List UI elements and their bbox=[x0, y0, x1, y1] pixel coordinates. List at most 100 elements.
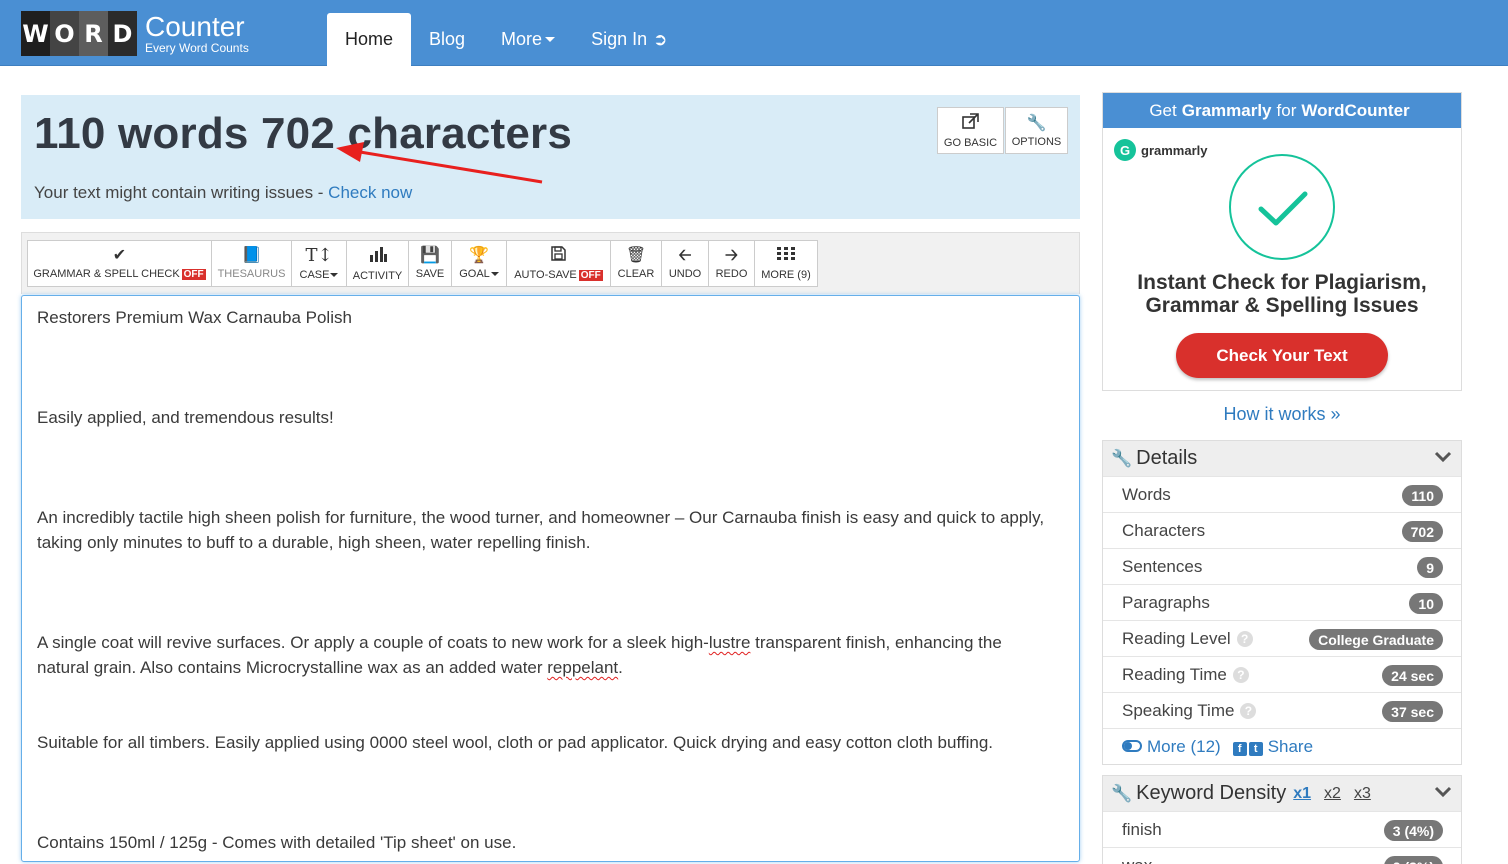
how-it-works-link[interactable]: How it works » bbox=[1102, 404, 1462, 425]
nav-blog-label: Blog bbox=[429, 29, 466, 49]
logo-text: Counter Every Word Counts bbox=[145, 11, 249, 55]
detail-value-badge: 9 bbox=[1417, 557, 1443, 578]
activity-button[interactable]: ACTIVITY bbox=[346, 240, 409, 287]
details-panel: 🔧 Details Words 110 Characters 702 Sentenc… bbox=[1102, 440, 1462, 765]
auto-save-button[interactable]: AUTO-SAVE OFF bbox=[506, 240, 611, 287]
options-button[interactable]: 🔧 OPTIONS bbox=[1005, 107, 1068, 154]
floppy-disk-icon bbox=[551, 246, 566, 265]
detail-value-badge: College Graduate bbox=[1309, 629, 1443, 650]
paragraph-text: A single coat will revive surfaces. Or a… bbox=[37, 633, 709, 652]
case-button[interactable]: T↕ CASE bbox=[291, 240, 347, 287]
nav-more-label: More bbox=[501, 29, 543, 49]
external-link-icon bbox=[961, 112, 980, 134]
nav-signin[interactable]: Sign In ➲ bbox=[573, 13, 685, 66]
text-editor[interactable]: Restorers Premium Wax Carnauba Polish Ea… bbox=[21, 295, 1080, 862]
goal-button[interactable]: 🏆 GOAL bbox=[451, 240, 507, 287]
editor-paragraph: Restorers Premium Wax Carnauba Polish bbox=[37, 308, 352, 327]
ad-header-text: Get bbox=[1149, 100, 1177, 120]
more-details-link[interactable]: More (12) bbox=[1122, 737, 1221, 757]
ad-header: Get Grammarly for WordCounter bbox=[1103, 93, 1461, 128]
goal-label: GOAL bbox=[459, 267, 490, 280]
detail-value-badge: 10 bbox=[1409, 593, 1443, 614]
counter-header: 110 words 702 characters Your text might… bbox=[21, 95, 1080, 219]
arrow-left-icon: 🡠 bbox=[678, 246, 692, 264]
density-x1-option[interactable]: x1 bbox=[1293, 785, 1311, 803]
twitter-icon: t bbox=[1248, 741, 1263, 756]
redo-label: REDO bbox=[715, 267, 748, 280]
annotation-arrow bbox=[336, 142, 543, 184]
chevron-down-icon[interactable] bbox=[1434, 782, 1452, 803]
editor-paragraph: Suitable for all timbers. Easily applied… bbox=[37, 733, 994, 752]
auto-save-off-badge: OFF bbox=[578, 270, 603, 281]
go-basic-button[interactable]: GO BASIC bbox=[937, 107, 1004, 154]
nav-more[interactable]: More bbox=[483, 13, 573, 66]
share-label: Share bbox=[1267, 736, 1314, 756]
nav-home[interactable]: Home bbox=[327, 13, 412, 66]
grammar-off-badge: OFF bbox=[181, 268, 206, 280]
detail-value-badge: 110 bbox=[1402, 485, 1443, 506]
logo-letter: D bbox=[108, 11, 137, 56]
book-icon: 📘 bbox=[241, 246, 262, 264]
grammar-check-label: GRAMMAR & SPELL CHECK bbox=[33, 267, 180, 280]
density-x2-option[interactable]: x2 bbox=[1324, 785, 1341, 803]
detail-label: Reading Time bbox=[1122, 664, 1227, 684]
help-icon[interactable]: ? bbox=[1240, 702, 1257, 719]
save-label: SAVE bbox=[415, 267, 445, 280]
detail-row-reading-time: Reading Time? 24 sec bbox=[1103, 656, 1461, 692]
issues-text: Your text might contain writing issues - bbox=[34, 183, 329, 202]
save-file-icon: 💾 bbox=[420, 246, 440, 264]
thesaurus-button[interactable]: 📘 THESAURUS bbox=[211, 240, 292, 287]
details-header[interactable]: 🔧 Details bbox=[1103, 441, 1461, 476]
grammarly-logo: G grammarly bbox=[1114, 139, 1207, 161]
detail-row-words: Words 110 bbox=[1103, 476, 1461, 512]
wrench-icon: 🔧 bbox=[1111, 448, 1133, 468]
more-tools-label: MORE (9) bbox=[761, 268, 811, 281]
logo-letter: R bbox=[79, 11, 108, 56]
arrow-right-icon: 🡢 bbox=[725, 246, 738, 264]
logo-letter: O bbox=[50, 11, 79, 56]
ad-header-site: WordCounter bbox=[1301, 100, 1410, 120]
save-button[interactable]: 💾 SAVE bbox=[408, 240, 452, 287]
paragraph-text: . bbox=[618, 658, 623, 677]
site-logo[interactable]: W O R D Counter Every Word Counts bbox=[21, 11, 249, 56]
help-icon[interactable]: ? bbox=[1236, 630, 1253, 647]
undo-button[interactable]: 🡠 UNDO bbox=[661, 240, 709, 287]
keyword-row: wax 2 (3%) bbox=[1103, 847, 1461, 864]
detail-label: Reading Level bbox=[1122, 628, 1231, 648]
caret-down-icon bbox=[330, 272, 339, 277]
ad-title-line: Instant Check for Plagiarism, bbox=[1137, 271, 1427, 294]
clear-label: CLEAR bbox=[617, 267, 655, 280]
grid-icon bbox=[777, 246, 795, 265]
grammar-check-button[interactable]: ✔ GRAMMAR & SPELL CHECK OFF bbox=[27, 240, 212, 287]
chevron-down-icon[interactable] bbox=[1434, 447, 1452, 468]
redo-button[interactable]: 🡢 REDO bbox=[708, 240, 755, 287]
share-link[interactable]: f t Share bbox=[1232, 736, 1314, 757]
ad-title: Instant Check for Plagiarism, Grammar & … bbox=[1103, 271, 1461, 317]
details-title: Details bbox=[1136, 447, 1198, 469]
options-label: OPTIONS bbox=[1011, 136, 1062, 148]
ad-header-text: for bbox=[1276, 100, 1297, 120]
bar-chart-icon bbox=[369, 246, 387, 266]
checkmark-icon: ✔ bbox=[112, 246, 127, 264]
logo-name: Counter bbox=[145, 11, 245, 42]
help-icon[interactable]: ? bbox=[1232, 666, 1249, 683]
wrench-icon: 🔧 bbox=[1026, 115, 1047, 132]
detail-row-reading-level: Reading Level? College Graduate bbox=[1103, 620, 1461, 656]
undo-label: UNDO bbox=[668, 267, 702, 280]
nav-blog[interactable]: Blog bbox=[411, 13, 483, 66]
editor-toolbar: ✔ GRAMMAR & SPELL CHECK OFF 📘 THESAURUS T… bbox=[21, 232, 1080, 294]
spelling-error[interactable]: reppelant bbox=[547, 658, 618, 677]
check-your-text-button[interactable]: Check Your Text bbox=[1176, 333, 1388, 378]
more-tools-button[interactable]: MORE (9) bbox=[754, 240, 818, 287]
spelling-error[interactable]: lustre bbox=[709, 633, 751, 652]
facebook-icon: f bbox=[1232, 741, 1247, 756]
editor-paragraph: An incredibly tactile high sheen polish … bbox=[37, 508, 1045, 552]
density-x3-option[interactable]: x3 bbox=[1354, 785, 1371, 803]
keyword-density-panel: 🔧 Keyword Density x1 x2 x3 finish 3 (4%) … bbox=[1102, 775, 1462, 864]
keyword-density-header[interactable]: 🔧 Keyword Density x1 x2 x3 bbox=[1103, 776, 1461, 811]
clear-button[interactable]: 🗑 CLEAR bbox=[610, 240, 662, 287]
toggle-icon bbox=[1122, 739, 1142, 752]
detail-label: Words bbox=[1122, 484, 1171, 504]
detail-row-paragraphs: Paragraphs 10 bbox=[1103, 584, 1461, 620]
keyword-count-badge: 2 (3%) bbox=[1383, 856, 1443, 864]
